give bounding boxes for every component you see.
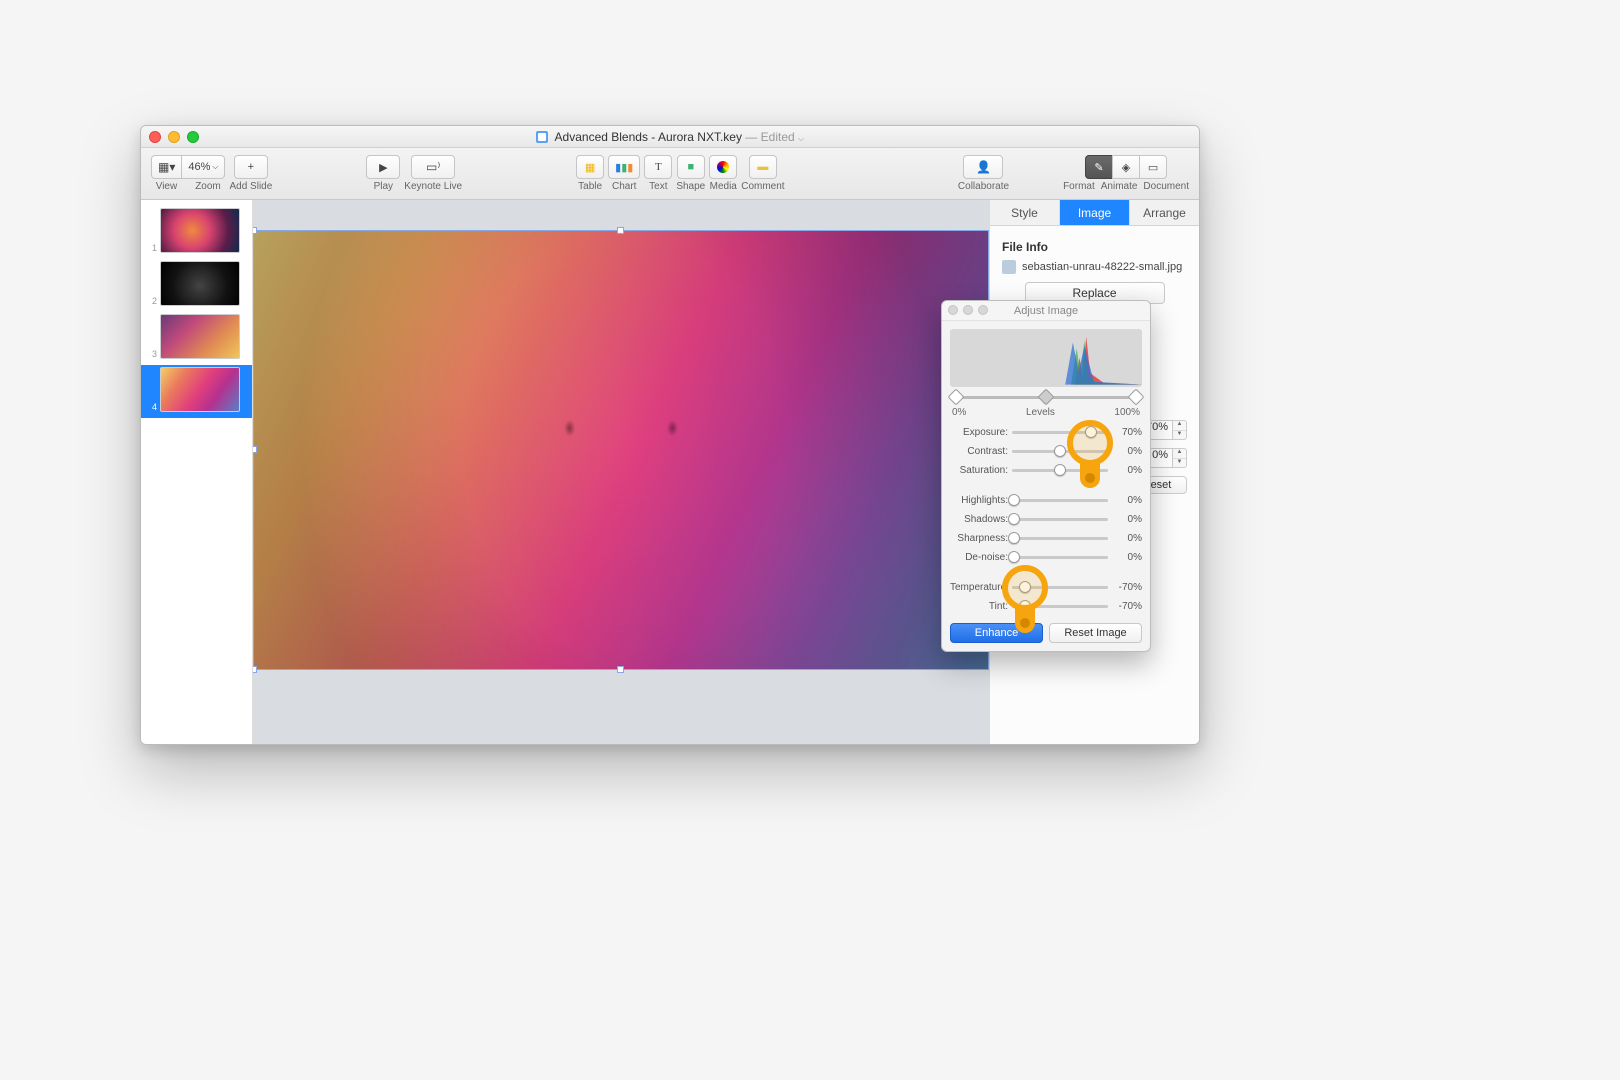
collaborate-label: Collaborate <box>958 181 1009 192</box>
resize-handle-w[interactable] <box>253 446 257 453</box>
sharpness-knob[interactable] <box>1008 532 1020 544</box>
close-window-button[interactable] <box>149 131 161 143</box>
sharpness-slider[interactable]: Sharpness: 0% <box>950 530 1142 546</box>
animate-button[interactable]: ◈ <box>1112 155 1140 179</box>
levels-min-label: 0% <box>952 407 966 418</box>
shape-button[interactable]: ■ <box>677 155 705 179</box>
histogram <box>950 329 1142 387</box>
filename-label: sebastian-unrau-48222-small.jpg <box>1022 261 1182 273</box>
levels-max-label: 100% <box>1114 407 1140 418</box>
tab-arrange[interactable]: Arrange <box>1130 200 1199 225</box>
enhance-button[interactable]: Enhance <box>950 623 1043 643</box>
add-slide-label: Add Slide <box>229 181 272 192</box>
levels-slider[interactable] <box>950 389 1142 407</box>
resize-handle-n[interactable] <box>617 227 624 234</box>
tint-slider[interactable]: Tint: -70% <box>950 598 1142 614</box>
saturation-slider[interactable]: Saturation: 0% <box>950 462 1142 478</box>
document-button[interactable]: ▭ <box>1139 155 1167 179</box>
adjust-image-popover[interactable]: Adjust Image 0% Levels 100% Exposure: 70… <box>941 300 1151 652</box>
exposure-stepper[interactable]: ▲▼ <box>1173 420 1187 440</box>
exposure-slider[interactable]: Exposure: 70% <box>950 424 1142 440</box>
media-label: Media <box>710 181 737 192</box>
levels-mid-knob[interactable] <box>1038 389 1055 406</box>
titlebar: Advanced Blends - Aurora NXT.key — Edite… <box>141 126 1199 148</box>
levels-black-knob[interactable] <box>948 389 965 406</box>
add-slide-button[interactable]: + <box>234 155 268 179</box>
format-button[interactable]: ✎ <box>1085 155 1113 179</box>
media-button[interactable] <box>709 155 737 179</box>
saturation-stepper[interactable]: ▲▼ <box>1173 448 1187 468</box>
format-label: Format <box>1063 181 1095 192</box>
minimize-window-button[interactable] <box>168 131 180 143</box>
file-icon <box>1002 260 1016 274</box>
text-button[interactable]: T <box>644 155 672 179</box>
contrast-slider[interactable]: Contrast: 0% <box>950 443 1142 459</box>
selected-image[interactable] <box>253 230 989 670</box>
slide-thumb-1[interactable]: 1 <box>141 206 252 259</box>
zoom-label: Zoom <box>195 181 221 192</box>
shadows-slider[interactable]: Shadows: 0% <box>950 511 1142 527</box>
denoise-knob[interactable] <box>1008 551 1020 563</box>
window-title: Advanced Blends - Aurora NXT.key — Edite… <box>141 130 1199 144</box>
table-label: Table <box>578 181 602 192</box>
levels-white-knob[interactable] <box>1128 389 1145 406</box>
table-button[interactable]: ▦ <box>576 155 604 179</box>
zoom-window-button[interactable] <box>187 131 199 143</box>
zoom-dropdown[interactable]: 46%⌵ <box>181 155 225 179</box>
view-button[interactable]: ▦▾ <box>151 155 182 179</box>
slide-canvas[interactable] <box>253 200 989 744</box>
highlights-knob[interactable] <box>1008 494 1020 506</box>
document-icon <box>536 131 548 143</box>
keynote-live-label: Keynote Live <box>404 181 462 192</box>
resize-handle-s[interactable] <box>617 666 624 673</box>
comment-button[interactable]: ▬ <box>749 155 777 179</box>
saturation-knob[interactable] <box>1054 464 1066 476</box>
chart-button[interactable]: ▮▮▮ <box>608 155 640 179</box>
tab-image[interactable]: Image <box>1060 200 1130 225</box>
collaborate-button[interactable]: 👤 <box>963 155 1003 179</box>
paintbrush-icon: ✎ <box>1094 161 1103 174</box>
view-label: View <box>156 181 178 192</box>
toolbar: ▦▾ 46%⌵ View Zoom + Add Slide ▶ Play ▭⁾ … <box>141 148 1199 200</box>
slide-thumb-4[interactable]: 4 <box>141 365 252 418</box>
popover-close-button[interactable] <box>948 305 958 315</box>
chart-label: Chart <box>612 181 636 192</box>
reset-image-button[interactable]: Reset Image <box>1049 623 1142 643</box>
exposure-knob[interactable] <box>1085 426 1097 438</box>
page-icon: ▭ <box>1148 161 1158 174</box>
temperature-slider[interactable]: Temperature: -70% <box>950 579 1142 595</box>
animate-label: Animate <box>1101 181 1138 192</box>
shadows-knob[interactable] <box>1008 513 1020 525</box>
slide-thumb-3[interactable]: 3 <box>141 312 252 365</box>
resize-handle-nw[interactable] <box>253 227 257 234</box>
resize-handle-sw[interactable] <box>253 666 257 673</box>
temperature-knob[interactable] <box>1019 581 1031 593</box>
denoise-slider[interactable]: De-noise: 0% <box>950 549 1142 565</box>
diamond-icon: ◈ <box>1122 161 1130 174</box>
window-controls <box>149 131 199 143</box>
levels-label: Levels <box>1026 407 1055 418</box>
comment-label: Comment <box>741 181 784 192</box>
popover-title: Adjust Image <box>1014 305 1078 317</box>
keynote-live-button[interactable]: ▭⁾ <box>411 155 455 179</box>
tint-knob[interactable] <box>1019 600 1031 612</box>
play-label: Play <box>374 181 393 192</box>
shape-label: Shape <box>676 181 705 192</box>
slide-navigator[interactable]: 1 2 3 4 <box>141 200 253 744</box>
popover-titlebar[interactable]: Adjust Image <box>942 301 1150 321</box>
tab-style[interactable]: Style <box>990 200 1060 225</box>
document-label: Document <box>1143 181 1189 192</box>
highlights-slider[interactable]: Highlights: 0% <box>950 492 1142 508</box>
play-button[interactable]: ▶ <box>366 155 400 179</box>
file-info-header: File Info <box>1002 240 1187 254</box>
slide-thumb-2[interactable]: 2 <box>141 259 252 312</box>
portrait-overlay <box>254 231 988 669</box>
text-label: Text <box>649 181 667 192</box>
contrast-knob[interactable] <box>1054 445 1066 457</box>
